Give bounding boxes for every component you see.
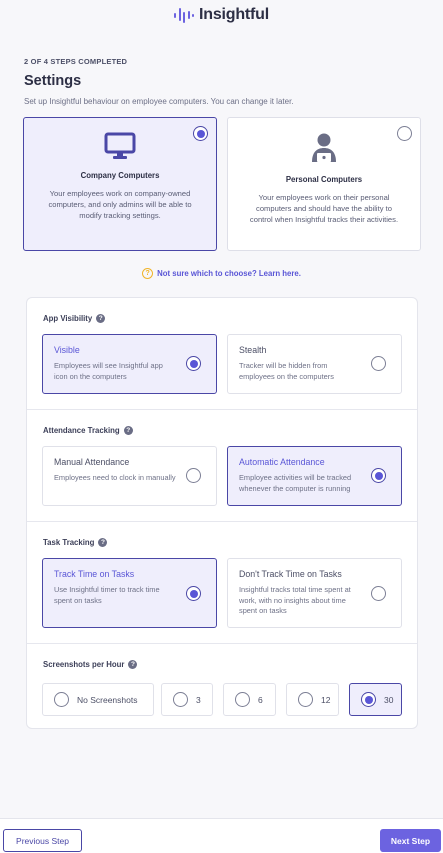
app-logo: Insightful	[0, 6, 443, 24]
previous-step-button[interactable]: Previous Step	[3, 829, 82, 852]
monitor-icon	[24, 132, 216, 160]
insightful-logo-icon	[174, 6, 195, 24]
visible-radio[interactable]	[186, 356, 201, 371]
screenshots-radio[interactable]	[298, 692, 313, 707]
visible-option[interactable]: Visible Employees will see Insightful ap…	[42, 334, 217, 394]
question-icon: ?	[142, 268, 154, 279]
option-title: Automatic Attendance	[239, 457, 325, 467]
manual-attendance-option[interactable]: Manual Attendance Employees need to cloc…	[42, 446, 217, 506]
automatic-attendance-radio[interactable]	[371, 468, 386, 483]
step-progress: 2 OF 4 STEPS COMPLETED	[24, 57, 128, 66]
stealth-option[interactable]: Stealth Tracker will be hidden from empl…	[227, 334, 402, 394]
option-description: Employees need to clock in manually	[54, 473, 176, 482]
dont-track-time-radio[interactable]	[371, 586, 386, 601]
page-subtitle: Set up Insightful behaviour on employee …	[24, 97, 294, 106]
option-description: Tracker will be hidden from employees on…	[239, 361, 334, 381]
card-title: Company Computers	[80, 171, 160, 180]
stealth-radio[interactable]	[371, 356, 386, 371]
screenshots-radio[interactable]	[54, 692, 69, 707]
option-title: Stealth	[239, 345, 267, 355]
manual-attendance-radio[interactable]	[186, 468, 201, 483]
app-visibility-heading: App Visibility?	[43, 314, 106, 323]
screenshots-option-6[interactable]: 6	[223, 683, 276, 716]
automatic-attendance-option[interactable]: Automatic Attendance Employee activities…	[227, 446, 402, 506]
next-step-button[interactable]: Next Step	[380, 829, 441, 852]
screenshots-radio[interactable]	[235, 692, 250, 707]
track-time-option[interactable]: Track Time on Tasks Use Insightful timer…	[42, 558, 217, 628]
card-description: Your employees work on company-owned com…	[48, 189, 192, 220]
screenshots-option-none[interactable]: No Screenshots	[42, 683, 154, 716]
info-icon[interactable]: ?	[128, 660, 138, 669]
company-computers-card[interactable]: Company Computers Your employees work on…	[23, 117, 217, 251]
card-title: Personal Computers	[285, 175, 363, 184]
option-label: 6	[258, 694, 263, 705]
personal-computers-card[interactable]: Personal Computers Your employees work o…	[227, 117, 421, 251]
screenshots-heading: Screenshots per Hour?	[43, 660, 138, 669]
option-label: No Screenshots	[77, 694, 138, 705]
screenshots-radio[interactable]	[361, 692, 376, 707]
help-link-text[interactable]: Not sure which to choose? Learn here.	[157, 269, 301, 278]
option-label: 12	[321, 694, 331, 705]
option-title: Visible	[54, 345, 80, 355]
option-title: Manual Attendance	[54, 457, 130, 467]
option-title: Don't Track Time on Tasks	[239, 569, 342, 579]
info-icon[interactable]: ?	[96, 314, 106, 323]
option-description: Employee activities will be tracked when…	[239, 473, 352, 493]
divider	[27, 521, 417, 522]
info-icon[interactable]: ?	[98, 538, 108, 547]
option-description: Use Insightful timer to track time spent…	[54, 585, 160, 605]
option-description: Employees will see Insightful app icon o…	[54, 361, 163, 381]
card-description: Your employees work on their personal co…	[249, 193, 399, 224]
screenshots-option-30[interactable]: 30	[349, 683, 402, 716]
person-laptop-icon	[228, 132, 420, 164]
option-title: Track Time on Tasks	[54, 569, 135, 579]
brand-name: Insightful	[199, 6, 269, 23]
screenshots-radio[interactable]	[173, 692, 188, 707]
divider	[27, 409, 417, 410]
dont-track-time-option[interactable]: Don't Track Time on Tasks Insightful tra…	[227, 558, 402, 628]
page-title: Settings	[24, 73, 82, 89]
screenshots-option-12[interactable]: 12	[286, 683, 339, 716]
attendance-tracking-heading: Attendance Tracking?	[43, 426, 133, 435]
divider	[27, 643, 417, 644]
footer-bar: Previous Step Next Step	[0, 818, 443, 853]
option-label: 30	[384, 694, 394, 705]
option-label: 3	[196, 694, 201, 705]
option-description: Insightful tracks total time spent at wo…	[239, 585, 351, 615]
task-tracking-heading: Task Tracking?	[43, 538, 108, 547]
settings-panel: App Visibility? Visible Employees will s…	[26, 297, 418, 729]
info-icon[interactable]: ?	[123, 426, 133, 435]
help-link[interactable]: ? Not sure which to choose? Learn here.	[0, 268, 443, 279]
track-time-radio[interactable]	[186, 586, 201, 601]
screenshots-option-3[interactable]: 3	[161, 683, 213, 716]
